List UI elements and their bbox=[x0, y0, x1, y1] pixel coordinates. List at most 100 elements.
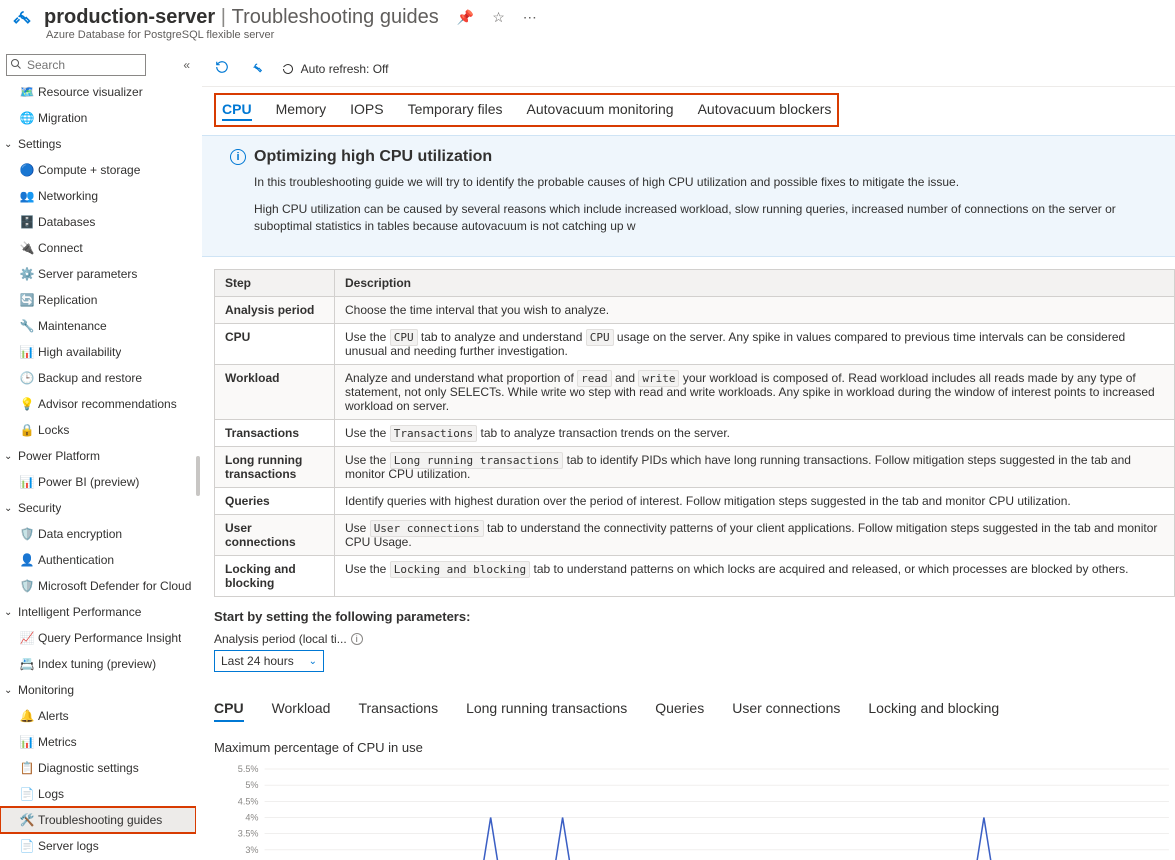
sidebar-item[interactable]: 📊 High availability bbox=[0, 339, 196, 365]
main-tab[interactable]: CPU bbox=[222, 99, 252, 121]
sidebar-item[interactable]: 🗺️Resource visualizer bbox=[0, 79, 196, 105]
step-name: User connections bbox=[215, 515, 335, 556]
step-desc: Use the Long running transactions tab to… bbox=[335, 447, 1175, 488]
sub-tab[interactable]: Long running transactions bbox=[466, 700, 627, 722]
sidebar-item[interactable]: 📄Server logs bbox=[0, 833, 196, 859]
cpu-chart: 5.5%5%4.5%4%3.5%3%2.5%2%1.5%1%0.5% bbox=[214, 763, 1175, 860]
net-icon: 👥 bbox=[20, 189, 34, 203]
param-label: Analysis period (local ti... i bbox=[214, 632, 1175, 646]
step-name: Transactions bbox=[215, 420, 335, 447]
sidebar: « 🗺️Resource visualizer 🌐 Migration ⌄ Settin… bbox=[0, 51, 196, 860]
lock-icon: 🔒 bbox=[20, 423, 34, 437]
sidebar-item[interactable]: 🕒Backup and restore bbox=[0, 365, 196, 391]
sidebar-item[interactable]: 👤Authentication bbox=[0, 547, 196, 573]
sub-tab[interactable]: Workload bbox=[272, 700, 331, 722]
sidebar-item[interactable]: 🔔Alerts bbox=[0, 703, 196, 729]
sidebar-item-label: Advisor recommendations bbox=[38, 397, 177, 411]
sidebar-item[interactable]: 🔧Maintenance bbox=[0, 313, 196, 339]
sidebar-item[interactable]: 🌐 Migration bbox=[0, 105, 196, 131]
sidebar-item-label: Server logs bbox=[38, 839, 99, 853]
sidebar-group[interactable]: ⌄ Power Platform bbox=[0, 443, 196, 469]
more-icon[interactable]: ⋯ bbox=[523, 9, 537, 26]
sub-tab[interactable]: User connections bbox=[732, 700, 840, 722]
sidebar-item[interactable]: 📄Logs bbox=[0, 781, 196, 807]
sidebar-group[interactable]: ⌄ Security bbox=[0, 495, 196, 521]
sidebar-item[interactable]: 🔌Connect bbox=[0, 235, 196, 261]
sidebar-item-label: Data encryption bbox=[38, 527, 122, 541]
sidebar-search-input[interactable] bbox=[6, 54, 146, 76]
sidebar-item[interactable]: ⚙️Server parameters bbox=[0, 261, 196, 287]
sidebar-item[interactable]: 📇Index tuning (preview) bbox=[0, 651, 196, 677]
sidebar-item[interactable]: 📈 Query Performance Insight bbox=[0, 625, 196, 651]
auto-refresh-label[interactable]: Auto refresh: Off bbox=[282, 62, 389, 76]
chevron-down-icon: ⌄ bbox=[4, 685, 12, 696]
sidebar-item[interactable]: 🔵Compute + storage bbox=[0, 157, 196, 183]
main-tab[interactable]: Temporary files bbox=[408, 99, 503, 121]
sidebar-item[interactable]: 🔄Replication bbox=[0, 287, 196, 313]
sidebar-item[interactable]: 👥 Networking bbox=[0, 183, 196, 209]
analysis-period-dropdown[interactable]: Last 24 hours ⌄ bbox=[214, 650, 324, 672]
collapse-sidebar-icon[interactable]: « bbox=[183, 58, 190, 72]
chevron-down-icon: ⌄ bbox=[4, 503, 12, 514]
sub-tab[interactable]: Queries bbox=[655, 700, 704, 722]
steps-table: StepDescriptionAnalysis periodChoose the… bbox=[214, 269, 1175, 597]
advisor-icon: 💡 bbox=[20, 397, 34, 411]
sidebar-item[interactable]: 🛡️Microsoft Defender for Cloud bbox=[0, 573, 196, 599]
main-tab[interactable]: IOPS bbox=[350, 99, 383, 121]
info-icon: i bbox=[230, 149, 246, 165]
main-tab[interactable]: Autovacuum monitoring bbox=[527, 99, 674, 121]
step-name: CPU bbox=[215, 324, 335, 365]
sidebar-item-label: Authentication bbox=[38, 553, 114, 567]
sidebar-item-label: High availability bbox=[38, 345, 121, 359]
page-title: production-server | Troubleshooting guid… bbox=[44, 6, 439, 29]
wrench-small-icon[interactable] bbox=[248, 60, 264, 77]
chevron-down-icon: ⌄ bbox=[309, 656, 317, 667]
logs-icon: 📄 bbox=[20, 787, 34, 801]
step-desc: Use the Locking and blocking tab to unde… bbox=[335, 556, 1175, 597]
main-tab[interactable]: Memory bbox=[276, 99, 327, 121]
sidebar-group[interactable]: ⌄Monitoring bbox=[0, 677, 196, 703]
step-name: Locking and blocking bbox=[215, 556, 335, 597]
page-header: production-server | Troubleshooting guid… bbox=[0, 0, 1175, 29]
sidebar-item[interactable]: 📊Power BI (preview) bbox=[0, 469, 196, 495]
sidebar-item-label: Networking bbox=[38, 189, 98, 203]
sidebar-item[interactable]: 🔒Locks bbox=[0, 417, 196, 443]
sidebar-item[interactable]: 💡 Advisor recommendations bbox=[0, 391, 196, 417]
table-row: Locking and blockingUse the Locking and … bbox=[215, 556, 1175, 597]
sidebar-group-label: Security bbox=[18, 501, 61, 515]
sidebar-item-label: Migration bbox=[38, 111, 87, 125]
sidebar-item-label: Compute + storage bbox=[38, 163, 140, 177]
sidebar-group-label: Settings bbox=[18, 137, 61, 151]
sidebar-group[interactable]: ⌄ Settings bbox=[0, 131, 196, 157]
sidebar-item-label: Query Performance Insight bbox=[38, 631, 181, 645]
main-tab[interactable]: Autovacuum blockers bbox=[698, 99, 832, 121]
table-row: QueriesIdentify queries with highest dur… bbox=[215, 488, 1175, 515]
chevron-down-icon: ⌄ bbox=[4, 139, 12, 150]
sidebar-item-label: Connect bbox=[38, 241, 83, 255]
sidebar-group-label: Power Platform bbox=[18, 449, 100, 463]
sub-tab[interactable]: Locking and blocking bbox=[868, 700, 999, 722]
sidebar-item[interactable]: 🛡️Data encryption bbox=[0, 521, 196, 547]
sidebar-item[interactable]: 📋Diagnostic settings bbox=[0, 755, 196, 781]
table-header: Step bbox=[215, 270, 335, 297]
chevron-down-icon: ⌄ bbox=[4, 451, 12, 462]
info-dot-icon[interactable]: i bbox=[351, 633, 363, 645]
ha-icon: 📊 bbox=[20, 345, 34, 359]
table-row: TransactionsUse the Transactions tab to … bbox=[215, 420, 1175, 447]
svg-text:3%: 3% bbox=[245, 845, 258, 855]
main-panel: Auto refresh: Off CPU Memory IOPS Temporary… bbox=[202, 51, 1175, 860]
qpi-icon: 📈 bbox=[20, 631, 34, 645]
sidebar-item[interactable]: 📊Metrics bbox=[0, 729, 196, 755]
sidebar-item-label: Microsoft Defender for Cloud bbox=[38, 579, 191, 593]
splitter-handle[interactable] bbox=[196, 51, 202, 860]
sub-tab[interactable]: Transactions bbox=[358, 700, 438, 722]
sidebar-item[interactable]: 🛠️Troubleshooting guides bbox=[0, 807, 196, 833]
sidebar-item[interactable]: 🗄️Databases bbox=[0, 209, 196, 235]
sidebar-group[interactable]: ⌄Intelligent Performance bbox=[0, 599, 196, 625]
sub-tab[interactable]: CPU bbox=[214, 700, 244, 722]
step-name: Long running transactions bbox=[215, 447, 335, 488]
star-icon[interactable]: ☆ bbox=[492, 9, 505, 26]
refresh-icon[interactable] bbox=[214, 60, 230, 77]
pin-icon[interactable]: 📌 bbox=[457, 9, 474, 26]
globe-icon: 🌐 bbox=[20, 111, 34, 125]
